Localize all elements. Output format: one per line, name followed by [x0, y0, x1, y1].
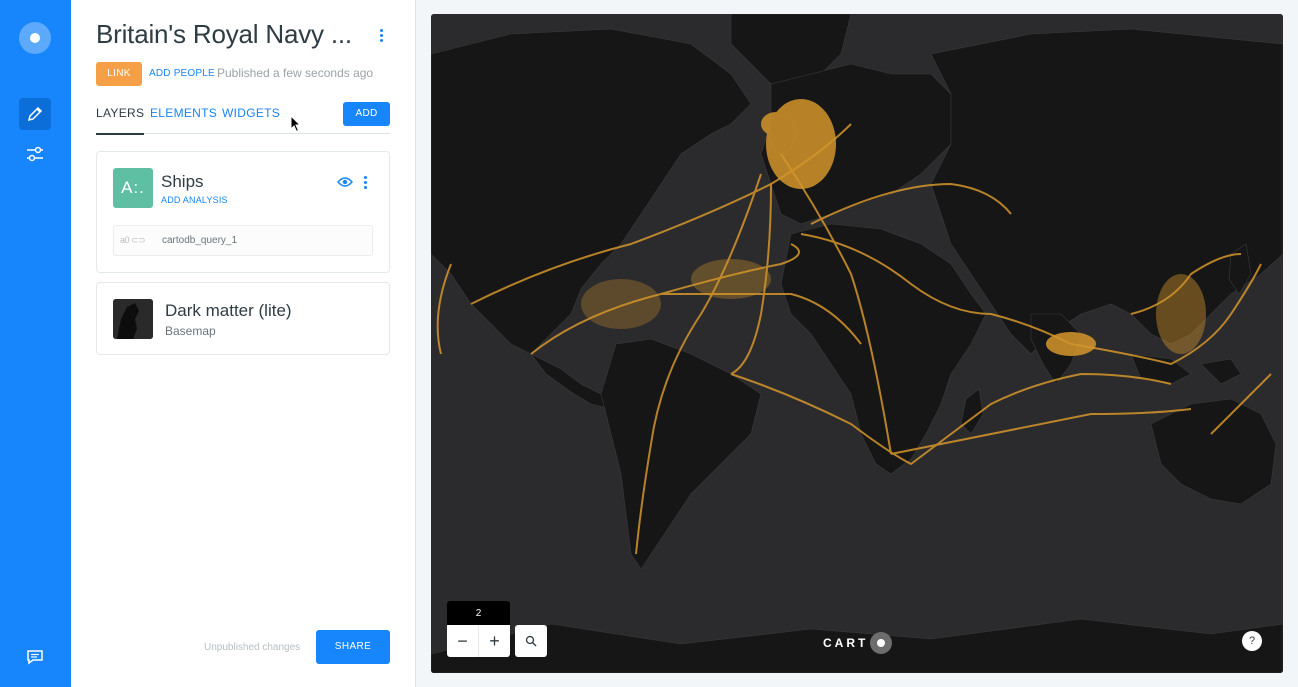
settings-sliders-icon[interactable] [19, 138, 51, 170]
layer-card-ships[interactable]: A:. Ships ADD ANALYSIS a0 ⊂⊃ cartodb_que… [96, 151, 390, 273]
unpublished-changes-text: Unpublished changes [204, 642, 301, 653]
source-node-icon: a0 ⊂⊃ [120, 235, 146, 245]
zoom-in-button[interactable]: + [479, 625, 510, 657]
published-status: Published a few seconds ago [217, 66, 374, 80]
mouse-cursor-icon [290, 114, 302, 138]
tab-widgets[interactable]: WIDGETS [222, 106, 280, 120]
share-button[interactable]: SHARE [316, 630, 390, 664]
basemap-thumbnail [113, 299, 153, 339]
zoom-controls: − + [447, 625, 510, 657]
layer-swatch: A:. [113, 168, 153, 208]
add-button[interactable]: ADD [343, 102, 390, 126]
tab-elements[interactable]: ELEMENTS [150, 106, 217, 120]
layer-name[interactable]: Ships [161, 172, 204, 192]
carto-logo-icon[interactable] [19, 22, 51, 54]
basemap-card[interactable]: Dark matter (lite) Basemap [96, 282, 390, 355]
add-analysis-link[interactable]: ADD ANALYSIS [161, 195, 228, 205]
edit-pencil-icon[interactable] [19, 98, 51, 130]
add-people-link[interactable]: ADD PEOPLE [149, 68, 215, 79]
icon-rail [0, 0, 71, 687]
carto-o-icon [870, 632, 893, 654]
link-badge[interactable]: LINK [96, 62, 142, 86]
query-source-row[interactable]: a0 ⊂⊃ cartodb_query_1 [113, 225, 373, 256]
map-canvas[interactable]: 2 − + CART ? [431, 14, 1283, 673]
visibility-eye-icon[interactable] [337, 175, 353, 193]
editor-panel: Britain's Royal Navy ... LINK ADD PEOPLE… [71, 0, 416, 687]
basemap-subtitle: Basemap [165, 324, 216, 338]
map-title[interactable]: Britain's Royal Navy ... [96, 19, 352, 50]
world-basemap [431, 14, 1283, 673]
tab-layers[interactable]: LAYERS [96, 106, 145, 135]
carto-attribution-logo: CART [823, 632, 893, 654]
zoom-out-button[interactable]: − [447, 625, 479, 657]
map-search-icon[interactable] [515, 625, 547, 657]
help-button[interactable]: ? [1242, 631, 1262, 651]
layer-options-kebab-icon[interactable] [360, 176, 370, 189]
feedback-chat-icon[interactable] [19, 641, 51, 673]
source-query-name: cartodb_query_1 [162, 235, 238, 246]
basemap-name: Dark matter (lite) [165, 301, 292, 320]
map-options-kebab-icon[interactable] [376, 29, 386, 42]
zoom-level-indicator: 2 [447, 601, 510, 625]
